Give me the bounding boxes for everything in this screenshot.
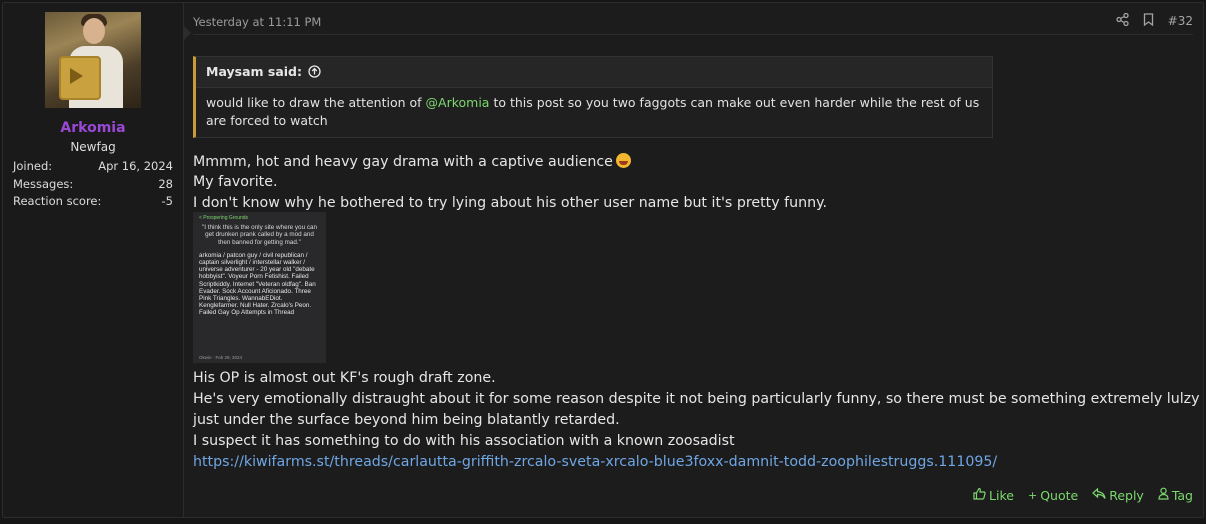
attachment-quote: "I think this is the only site where you… — [202, 224, 317, 246]
thread-link[interactable]: https://kiwifarms.st/threads/carlautta-g… — [193, 454, 997, 470]
stat-value: Apr 16, 2024 — [98, 159, 173, 173]
user-tag-icon — [1158, 487, 1169, 503]
post-line: He's very emotionally distraught about i… — [193, 391, 1200, 407]
avatar[interactable] — [45, 12, 141, 108]
post-line: My favorite. — [193, 174, 278, 190]
bookmark-icon[interactable] — [1143, 13, 1154, 29]
attachment-header: < Prospering Grounds — [199, 215, 249, 221]
post-line: Mmmm, hot and heavy gay drama with a cap… — [193, 153, 631, 170]
message-body: Yesterday at 11:11 PM #32 Maysam said: w… — [193, 3, 1200, 517]
post-actions: Like + Quote Reply Tag — [973, 487, 1193, 503]
plus-icon: + — [1027, 488, 1038, 502]
quote-text: would like to draw the attention of @Ark… — [206, 95, 980, 128]
attachment-body: arkomia / patcon guy / civil republican … — [199, 251, 316, 317]
stat-value[interactable]: 28 — [158, 177, 173, 191]
stat-label: Joined: — [13, 159, 53, 173]
post-container: Arkomia Newfag Joined: Apr 16, 2024 Mess… — [2, 2, 1204, 518]
post-line: I suspect it has something to do with hi… — [193, 433, 735, 449]
reply-button[interactable]: Reply — [1092, 487, 1144, 503]
post-number[interactable]: #32 — [1168, 14, 1193, 28]
sidebar-arrow — [183, 25, 191, 41]
quote-header[interactable]: Maysam said: — [196, 57, 992, 88]
username[interactable]: Arkomia — [3, 120, 183, 136]
post-header-tools: #32 — [1116, 12, 1193, 29]
quote-button[interactable]: + Quote — [1028, 487, 1078, 503]
user-title: Newfag — [70, 140, 116, 154]
header-divider — [193, 34, 1193, 35]
share-icon[interactable] — [1116, 12, 1129, 29]
arrow-up-circle-icon[interactable] — [308, 59, 322, 89]
stat-label: Messages: — [13, 177, 74, 191]
post-line: I don't know why he bothered to try lyin… — [193, 195, 827, 211]
tag-button[interactable]: Tag — [1158, 487, 1193, 503]
quote-block: Maysam said: would like to draw the atte… — [193, 56, 993, 138]
post-date[interactable]: Yesterday at 11:11 PM — [193, 15, 321, 29]
reply-icon — [1092, 487, 1106, 503]
attached-image[interactable]: < Prospering Grounds "I think this is th… — [193, 212, 326, 363]
stat-value: -5 — [161, 194, 173, 208]
attachment-footer: Okwin · Feb 29, 2024 — [199, 354, 243, 360]
quote-author: Maysam said: — [206, 64, 302, 79]
user-sidebar: Arkomia Newfag Joined: Apr 16, 2024 Mess… — [3, 3, 184, 517]
post-line: just under the surface beyond him being … — [193, 412, 620, 428]
user-mention[interactable]: @Arkomia — [426, 95, 490, 110]
smiley-icon — [615, 153, 631, 168]
stat-label: Reaction score: — [13, 194, 102, 208]
like-button[interactable]: Like — [973, 487, 1014, 503]
thumbs-up-icon — [973, 487, 986, 503]
post-line: His OP is almost out KF's rough draft zo… — [193, 370, 496, 386]
